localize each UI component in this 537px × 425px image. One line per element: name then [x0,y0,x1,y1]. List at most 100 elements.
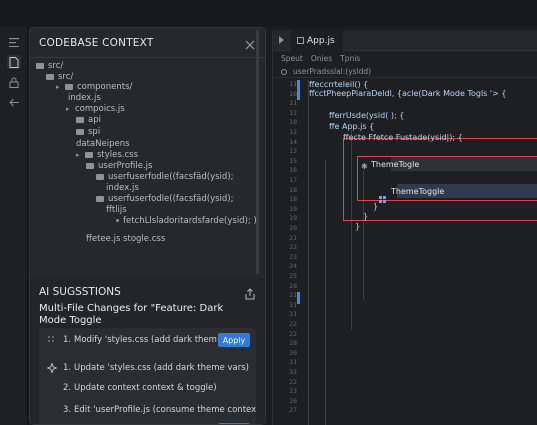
symbol-icon [281,68,287,75]
step-number: 2. [63,383,72,393]
tree-item[interactable]: ffetee.js stogle.css [86,233,165,244]
line-number-gutter: 11 10 11 12 10 12 14 13 15 16 17 18 18 19 19 20 21 22 23 24… [273,80,300,425]
suggestion-step[interactable]: 1. Update 'styles.css (add dark theme var… [39,358,256,378]
tree-item-label: dataNeipens [76,138,130,149]
tree-item-label: userfuserfodle((facsfäd(ysid); [108,193,234,204]
share-icon[interactable] [245,285,255,300]
code-line: } [363,212,369,221]
line-number: 10 [289,89,297,98]
menu-icon[interactable] [7,35,21,49]
title-bar [0,0,537,27]
tree-item-label: index.js [68,92,101,103]
code-area[interactable]: ffeccrrteleil() {ffcctPheepPiaraDeldl, {… [305,80,537,425]
code-line: ThemeTogle [371,160,420,169]
line-number: 28 [289,339,297,348]
line-number: 13 [289,147,297,156]
tree-item[interactable]: userfuserfodle((facsfäd(ysid); [96,171,234,182]
line-number: 31 [289,358,297,367]
tab-app-js[interactable]: App.js [291,30,343,51]
tree-item[interactable]: userProfile.js [86,160,152,171]
line-number: 28 [289,281,297,290]
code-line: ThemeToggle [391,187,445,196]
folder-icon [46,73,54,80]
step-number: 3. [63,405,72,415]
line-number: 22 [289,377,297,386]
line-number: 12 [289,108,297,117]
tree-item[interactable]: spi [76,126,100,137]
tree-item[interactable]: index.js [106,182,139,193]
tree-item-label: fetchLlsladoritardsfarde(ysid); ); [123,215,257,226]
suggestion-step[interactable]: 2. Update context context & toggle) [39,378,256,398]
tree-item-label: userfuserfodle((facsfäd(ysid); [108,171,234,182]
folder-icon [76,128,84,135]
tree-item-label: fftlijs [106,204,127,215]
line-number: 23 [289,387,297,396]
tree-item-label: userProfile.js [98,160,153,171]
line-number: 18 [289,185,297,194]
files-icon[interactable] [7,55,21,69]
file-icon [56,95,64,101]
line-number: 11 [289,99,297,108]
line-number: 17 [289,176,297,184]
tree-item[interactable]: dataNeipens [76,138,130,149]
subbar-item[interactable]: Tpnis [340,54,360,63]
change-marker [297,89,300,100]
tree-item-label: compoics.js [75,103,125,114]
tree-scrollbar[interactable] [256,30,259,274]
ai-suggestions-subtitle: Multi-File Changes for "Feature: Dark Mo… [39,303,224,326]
step-text: Update context context & toggle) [74,383,217,393]
folder-icon [96,173,104,180]
line-number: 25 [289,272,297,280]
folder-icon [76,116,84,123]
tree-item[interactable]: api [76,114,101,125]
code-editor: App.js Speut Onies Tpnis userPradsslal:(ys… [272,30,537,425]
tree-item[interactable]: ▸ compoics.js [66,103,125,114]
tree-item[interactable]: fetchLlsladoritardsfarde(ysid); ); [116,215,257,226]
subbar-item[interactable]: Speut [281,54,303,63]
folder-icon [85,151,93,158]
line-number: 22 [289,320,297,328]
line-number: 30 [289,348,297,357]
editor-subbar: Speut Onies Tpnis [273,52,537,64]
folder-icon [65,83,73,90]
tree-item-label: styles.css [97,149,139,160]
suggestion-step[interactable]: 4.Create themeProvider.jsApply [39,420,256,424]
editor-tab-bar: App.js [273,30,537,51]
line-number: 16 [289,166,297,175]
tree-item-label: api [88,114,101,125]
lock-icon[interactable] [7,75,21,89]
chevron-right-icon[interactable]: ▸ [66,105,72,113]
back-arrow-icon[interactable] [7,95,21,109]
chevron-right-icon[interactable]: ▸ [56,83,62,91]
tree-item[interactable]: fftlijs [106,204,127,215]
close-icon[interactable] [244,36,256,50]
chevron-right-icon[interactable]: ▸ [76,151,82,159]
suggestion-step[interactable]: 3. Edit 'userProfile.js (consume theme co… [39,400,256,420]
tree-item[interactable]: ▸ styles.css [76,149,138,160]
codebase-context-panel: CODEBASE CONTEXT src/src/▸ components/ind… [29,27,266,425]
tree-item[interactable]: ▸ components/ [56,81,132,92]
apply-button[interactable]: Apply [218,333,250,347]
line-number: 19 [289,204,297,213]
indent-guide [325,160,326,425]
suggestion-step[interactable]: 1. Modify 'styles.css (add dark them var A… [39,330,256,350]
subbar-item[interactable]: Onies [311,54,332,63]
line-number: 12 [289,128,297,136]
line-number: 24 [289,262,297,271]
activity-bar [0,27,28,425]
grid-icon [379,188,387,203]
line-number: 32 [289,368,297,376]
code-line: } [373,202,379,211]
tree-item[interactable]: src/ [36,60,63,71]
tree-item[interactable]: userfuserfodle((facsfäd(ysid); [96,193,234,204]
tree-item[interactable]: index.js [56,92,101,103]
file-tree: src/src/▸ components/index.js ▸ compoics.js… [30,60,257,278]
line-number: 23 [289,252,297,261]
tree-item-label: ffetee.js stogle.css [86,233,166,244]
context-header: CODEBASE CONTEXT [30,28,265,58]
change-marker [297,291,300,304]
line-number: 11 [289,80,297,88]
line-number: 21 [289,233,297,242]
drag-handle-icon[interactable] [47,335,57,345]
run-icon[interactable] [279,36,284,44]
